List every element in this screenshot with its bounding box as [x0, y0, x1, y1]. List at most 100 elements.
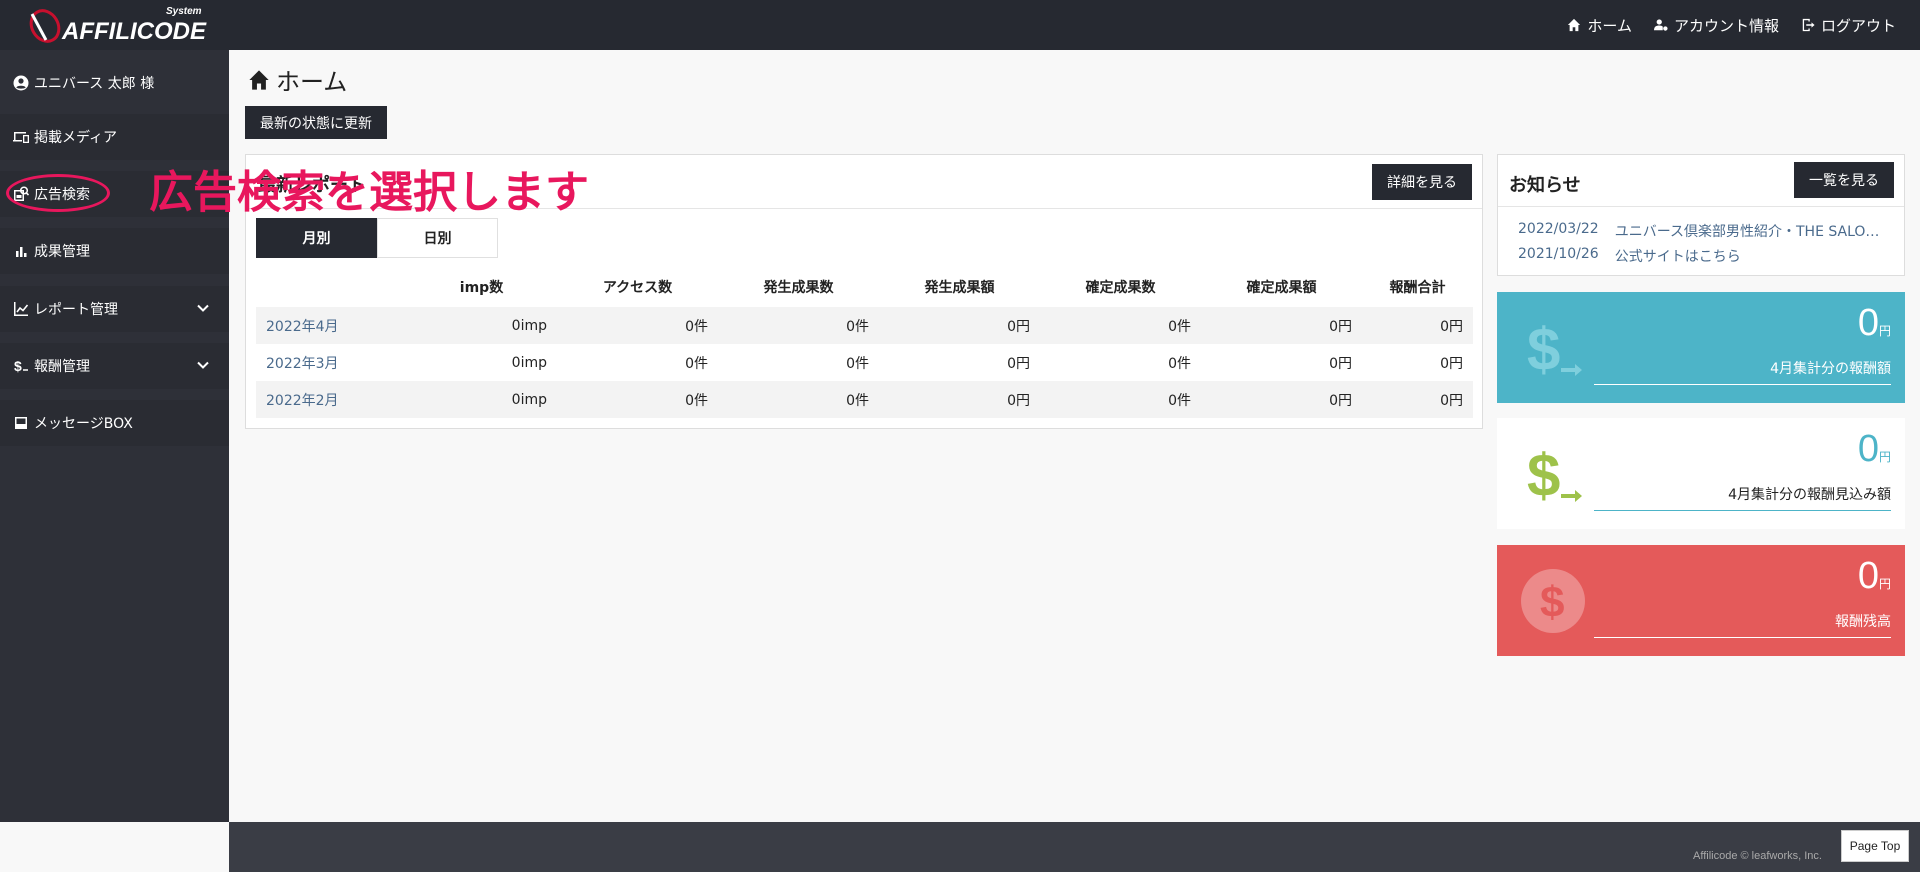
logo-system-text: System [166, 6, 202, 17]
reward-amount: 0円 [1857, 302, 1891, 344]
notice-date: 2022/03/22 [1518, 221, 1599, 237]
expected-reward-amount: 0円 [1857, 428, 1891, 470]
notice-item[interactable]: 2021/10/26 公式サイトはこちら [1518, 246, 1888, 266]
period-tabs: 月別 日別 [256, 218, 498, 258]
table-cell: 0件 [1040, 307, 1201, 344]
user-circle-icon [13, 75, 29, 91]
dollar-icon: $ [14, 358, 28, 374]
copyright-text: Affilicode © leafworks, Inc. [1693, 850, 1822, 862]
table-cell: 0円 [879, 344, 1040, 381]
svg-text:$: $ [1527, 316, 1560, 382]
sidebar-item-reports[interactable]: レポート管理 [0, 286, 229, 332]
column-header: 確定成果額 [1246, 280, 1317, 296]
affilicode-logo[interactable]: AFFILICODE System [26, 6, 216, 45]
home-icon [1568, 18, 1581, 32]
table-cell: 0円 [879, 381, 1040, 418]
reward-card: $ 0円 4月集計分の報酬額 [1497, 292, 1905, 403]
sidebar-user[interactable]: ユニバース 太郎 様 [0, 60, 229, 106]
sidebar-item-results[interactable]: 成果管理 [0, 228, 229, 274]
footer: Affilicode © leafworks, Inc. Page Top [229, 822, 1920, 872]
tab-daily[interactable]: 日別 [377, 218, 498, 258]
table-cell: 0円 [1201, 381, 1362, 418]
annotation-highlight-ellipse [6, 174, 110, 212]
line-chart-icon [14, 302, 29, 316]
bar-chart-icon [16, 247, 27, 257]
expected-reward-label: 4月集計分の報酬見込み額 [1728, 487, 1891, 503]
nav-account-label: アカウント情報 [1673, 16, 1779, 35]
column-header: imp数 [459, 280, 504, 296]
table-cell: 0imp [406, 344, 557, 381]
tab-monthly[interactable]: 月別 [256, 218, 377, 258]
sidebar-item-label: レポート管理 [34, 302, 118, 318]
sidebar-item-label: メッセージBOX [34, 416, 133, 432]
table-cell: 0件 [557, 381, 718, 418]
devices-icon [13, 132, 29, 143]
notice-text: ユニバース倶楽部男性紹介・THE SALO… [1614, 224, 1880, 240]
table-cell: 0円 [1201, 344, 1362, 381]
column-header: 発生成果額 [924, 280, 995, 296]
table-cell: 0円 [1362, 307, 1473, 344]
table-cell: 0件 [1040, 381, 1201, 418]
nav-logout[interactable]: ログアウト [1801, 15, 1896, 36]
notice-date: 2021/10/26 [1518, 246, 1599, 262]
nav-account[interactable]: アカウント情報 [1653, 15, 1779, 36]
expected-reward-unit: 円 [1878, 450, 1891, 464]
balance-card: $ 0円 報酬残高 [1497, 545, 1905, 656]
logo-brand-text: AFFILICODE [62, 18, 206, 45]
row-date-link[interactable]: 2022年2月 [256, 381, 406, 418]
table-cell: 0件 [718, 307, 879, 344]
page-top-button[interactable]: Page Top [1841, 830, 1909, 862]
view-details-button[interactable]: 詳細を見る [1372, 164, 1472, 200]
page-title: ホーム [248, 62, 347, 97]
view-all-button[interactable]: 一覧を見る [1794, 162, 1894, 198]
refresh-button[interactable]: 最新の状態に更新 [245, 106, 387, 139]
notice-item[interactable]: 2022/03/22 ユニバース倶楽部男性紹介・THE SALO… [1518, 221, 1888, 241]
row-date-link[interactable]: 2022年3月 [256, 344, 406, 381]
table-cell: 0imp [406, 307, 557, 344]
row-date-link[interactable]: 2022年4月 [256, 307, 406, 344]
chevron-down-icon [197, 304, 209, 312]
table-row: 2022年3月 0imp 0件 0件 0円 0件 0円 0円 [256, 344, 1473, 381]
svg-text:$: $ [14, 358, 22, 374]
table-header-row: imp数 アクセス数 発生成果数 発生成果額 確定成果数 確定成果額 報酬合計 [256, 267, 1473, 307]
nav-home-label: ホーム [1587, 16, 1632, 35]
card-underline [1594, 637, 1891, 638]
balance-label: 報酬残高 [1835, 614, 1891, 630]
annotation-text: 広告検索を選択します [149, 167, 589, 218]
card-underline [1594, 510, 1891, 511]
notice-title: お知らせ [1509, 175, 1581, 196]
nav-logout-label: ログアウト [1820, 16, 1896, 35]
sidebar-item-media[interactable]: 掲載メディア [0, 114, 229, 160]
dollar-arrow-icon: $ [1527, 316, 1582, 382]
dollar-circle-icon: $ [1521, 569, 1585, 633]
table-cell: 0円 [879, 307, 1040, 344]
sidebar-item-rewards[interactable]: $ 報酬管理 [0, 343, 229, 389]
logo-swoosh-icon [29, 9, 61, 43]
balance-amount: 0円 [1857, 555, 1891, 597]
home-icon [249, 69, 269, 90]
sidebar-user-name: ユニバース 太郎 様 [34, 76, 155, 92]
sidebar-item-label: 報酬管理 [34, 359, 90, 375]
table-row: 2022年2月 0imp 0件 0件 0円 0件 0円 0円 [256, 381, 1473, 418]
sidebar-item-label: 掲載メディア [34, 130, 118, 146]
table-cell: 0円 [1201, 307, 1362, 344]
top-nav: ホーム アカウント情報 ログアウト [1567, 0, 1896, 50]
column-header: 発生成果数 [763, 280, 834, 296]
table-cell: 0件 [718, 381, 879, 418]
nav-home[interactable]: ホーム [1567, 15, 1632, 36]
report-table: imp数 アクセス数 発生成果数 発生成果額 確定成果数 確定成果額 報酬合計 … [256, 267, 1473, 418]
page-title-text: ホーム [276, 68, 348, 96]
user-gear-icon [1653, 19, 1668, 31]
column-header: 確定成果数 [1085, 280, 1156, 296]
reward-label: 4月集計分の報酬額 [1770, 361, 1891, 377]
table-cell: 0件 [1040, 344, 1201, 381]
sidebar-item-messages[interactable]: メッセージBOX [0, 400, 229, 446]
top-header: AFFILICODE System ホーム アカウント情報 ログアウト [0, 0, 1920, 50]
table-cell: 0件 [557, 344, 718, 381]
inbox-icon [15, 417, 27, 429]
card-underline [1594, 384, 1891, 385]
table-cell: 0円 [1362, 381, 1473, 418]
balance-unit: 円 [1878, 577, 1891, 591]
notice-divider [1498, 206, 1904, 207]
table-cell: 0円 [1362, 344, 1473, 381]
